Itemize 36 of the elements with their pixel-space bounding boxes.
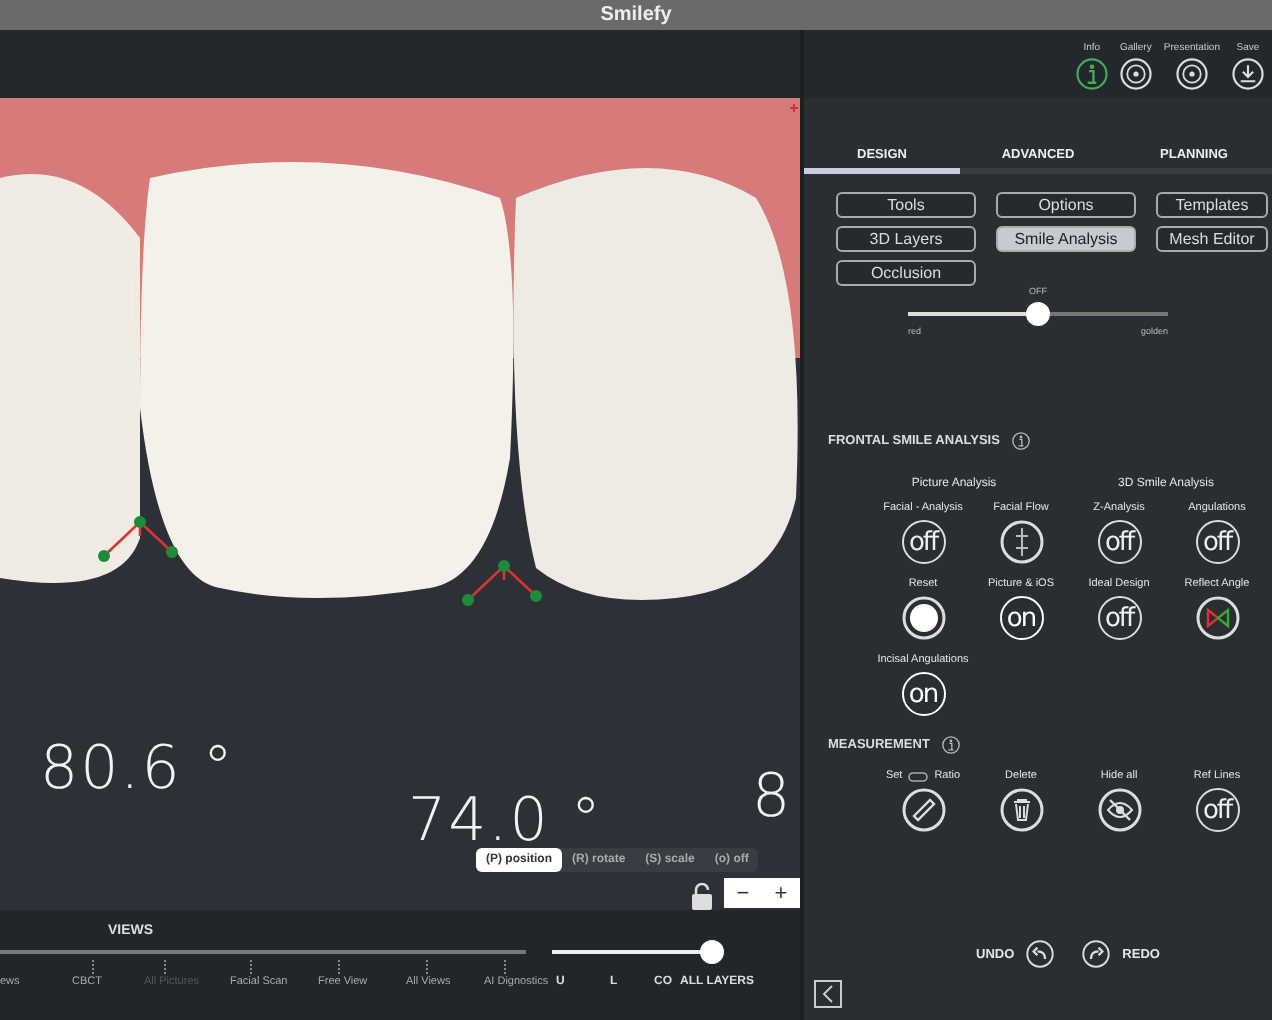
tool-button[interactable]: Templates [1156, 192, 1268, 218]
info-icon[interactable] [1011, 432, 1030, 450]
toggle-switch[interactable]: on [901, 672, 945, 716]
hidden-eye-icon[interactable] [1097, 788, 1141, 832]
slider-thumb[interactable] [700, 940, 724, 964]
back-button[interactable] [814, 980, 842, 1008]
tool-button[interactable]: Options [996, 192, 1136, 218]
mirror-angle-icon[interactable] [1195, 596, 1239, 640]
window-title: Smilefy [600, 4, 672, 26]
tool-button[interactable]: 3D Layers [836, 226, 976, 252]
tool-button[interactable]: Mesh Editor [1156, 226, 1268, 252]
angle-reading: 8 [752, 762, 793, 832]
redo-icon[interactable] [1082, 940, 1111, 968]
toggle-switch[interactable]: on [999, 596, 1043, 640]
tool-button[interactable]: Occlusion [836, 260, 976, 286]
radio-button[interactable] [901, 596, 945, 640]
toggle-switch[interactable]: off [1097, 520, 1141, 564]
vertical-lines-icon[interactable] [999, 520, 1043, 564]
toggle-switch[interactable]: off [901, 520, 945, 564]
link-icon [908, 771, 929, 781]
ruler-icon[interactable] [901, 788, 945, 832]
angle-reading: 80.6 ° [40, 734, 235, 804]
target-icon[interactable] [1119, 58, 1152, 90]
undo-icon[interactable] [1026, 940, 1055, 968]
tool-button[interactable]: Smile Analysis [996, 226, 1136, 252]
target-icon[interactable] [1175, 58, 1208, 90]
padlock-icon[interactable] [690, 882, 714, 910]
info-icon[interactable] [1075, 58, 1108, 90]
trash-icon[interactable] [999, 788, 1043, 832]
toggle-switch[interactable]: off [1195, 788, 1239, 832]
toggle-switch[interactable]: off [1097, 596, 1141, 640]
toggle-switch[interactable]: off [1195, 520, 1239, 564]
tool-button[interactable]: Tools [836, 192, 976, 218]
download-icon[interactable] [1232, 58, 1264, 90]
info-icon[interactable] [941, 736, 960, 754]
slider-thumb[interactable] [1026, 302, 1050, 326]
